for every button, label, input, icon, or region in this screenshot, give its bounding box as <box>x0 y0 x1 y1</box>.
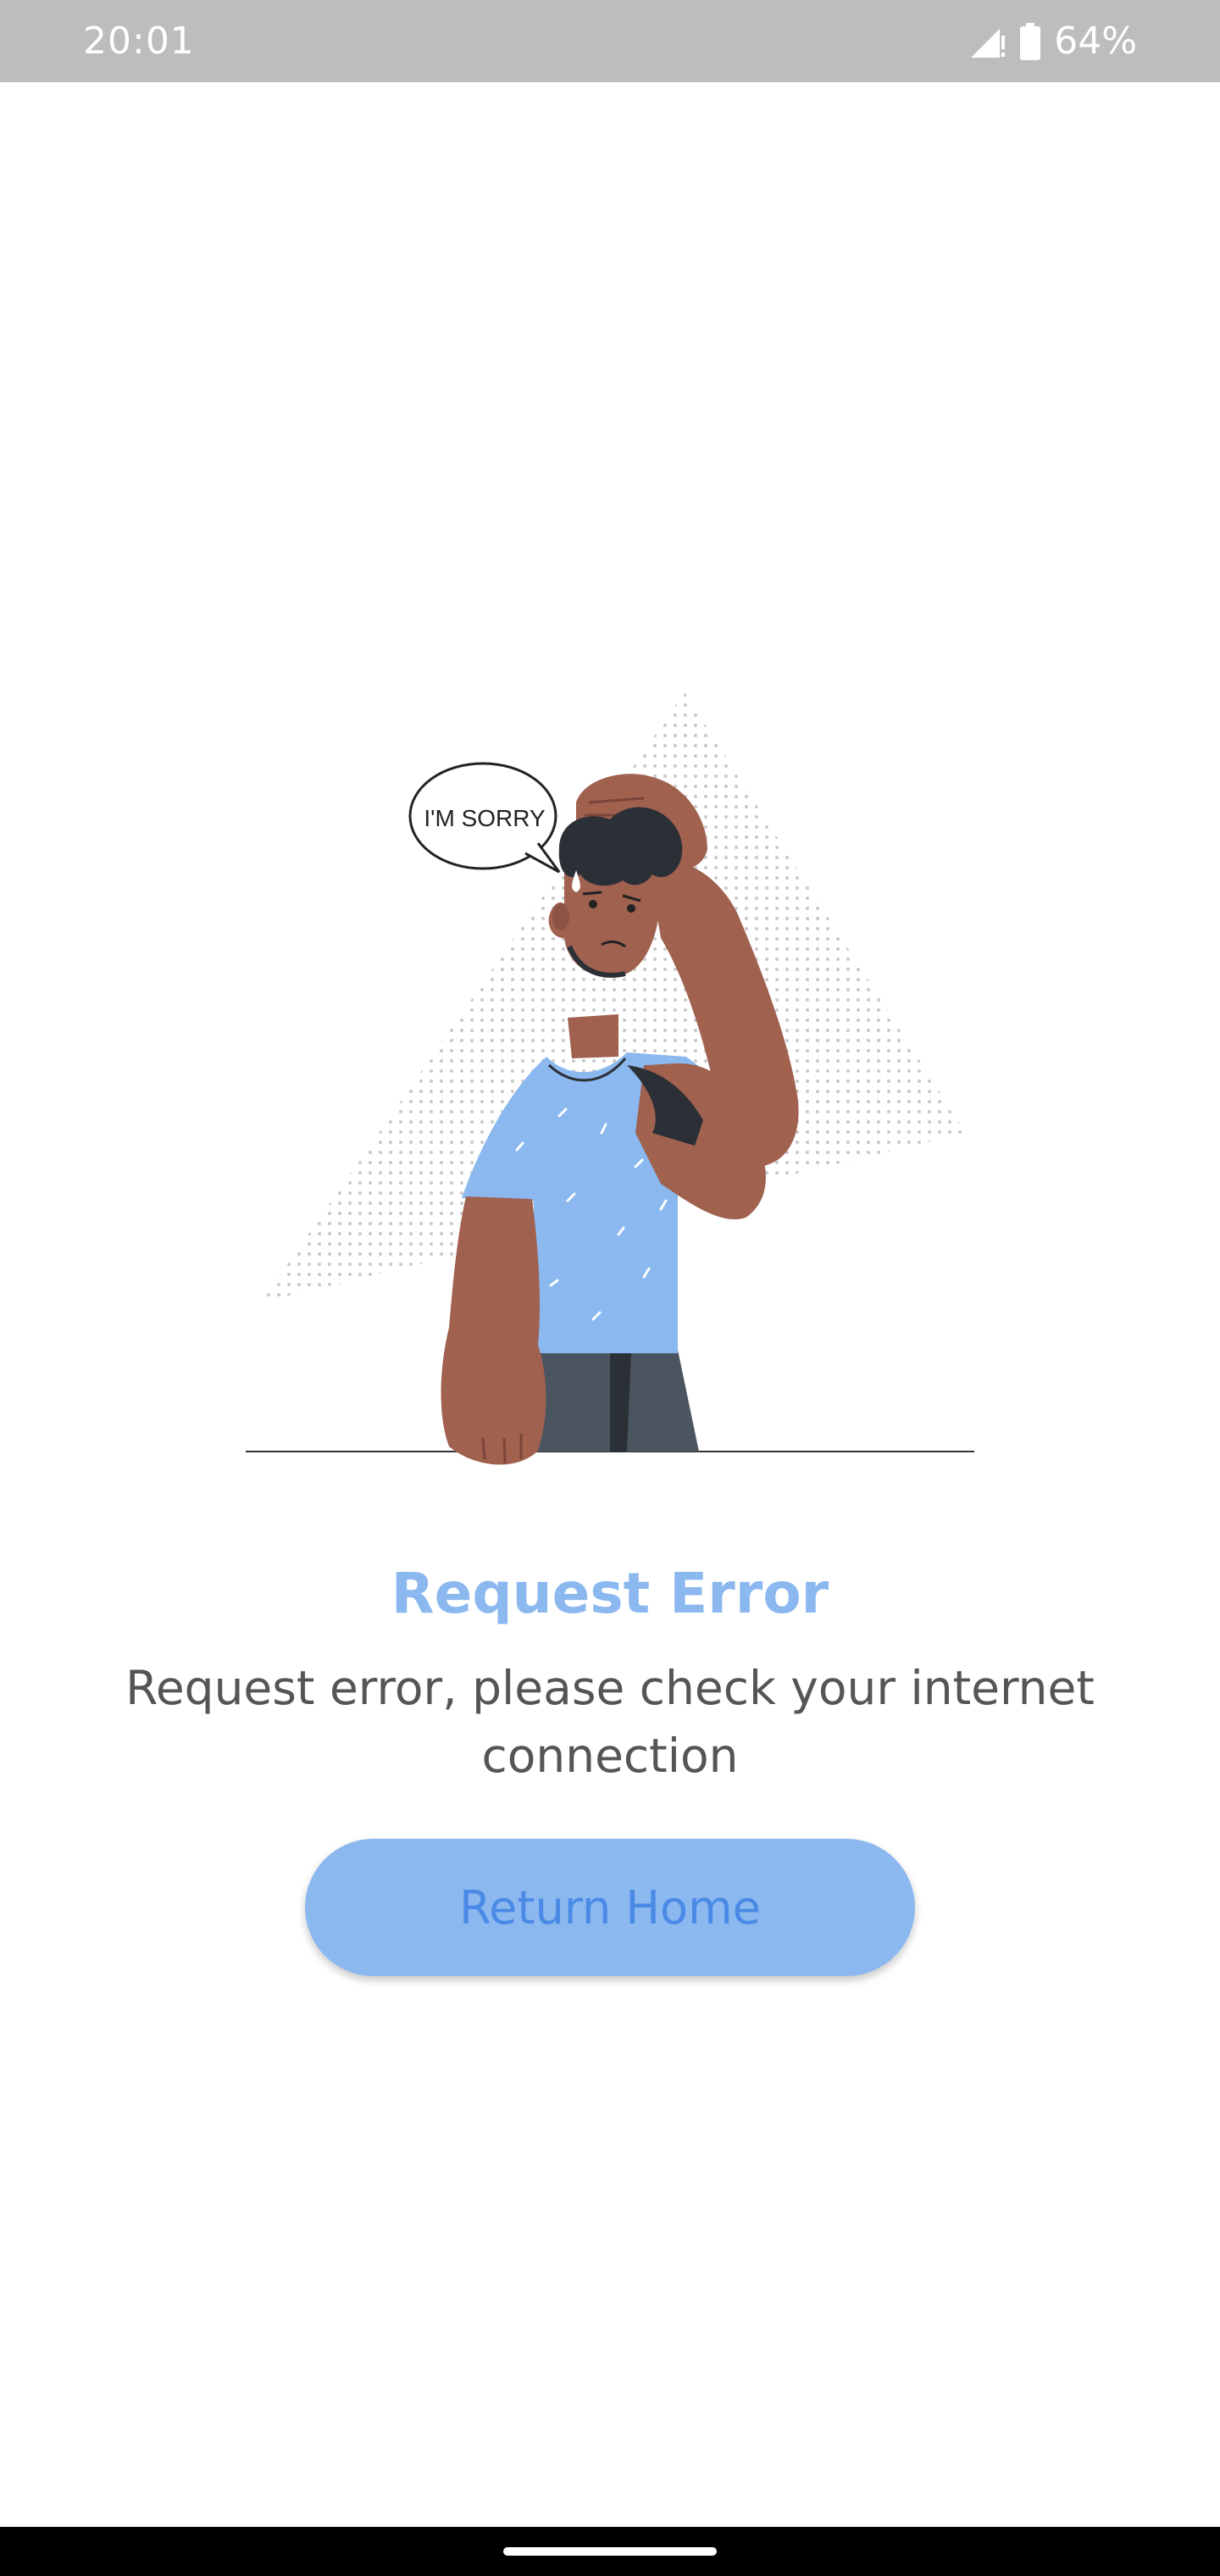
home-handle[interactable] <box>503 2547 717 2556</box>
sorry-man-illustration: I'M SORRY <box>246 692 974 1465</box>
signal-icon <box>971 28 1006 58</box>
eye-right <box>627 904 635 913</box>
status-bar: 20:01 64% <box>0 0 1220 82</box>
error-title: Request Error <box>391 1561 829 1626</box>
battery-icon <box>1020 22 1041 60</box>
eye-left <box>589 900 597 908</box>
status-right: 64% <box>968 0 1137 82</box>
error-message: Request error, please check your interne… <box>125 1661 1095 1783</box>
return-home-button[interactable]: Return Home <box>305 1839 915 1976</box>
status-time: 20:01 <box>83 19 195 63</box>
error-screen: I'M SORRY Request Error Request error, p… <box>0 82 1220 2527</box>
speech-bubble-text: I'M SORRY <box>424 805 546 831</box>
navigation-bar <box>0 2527 1220 2576</box>
battery-percent: 64% <box>1054 19 1137 63</box>
